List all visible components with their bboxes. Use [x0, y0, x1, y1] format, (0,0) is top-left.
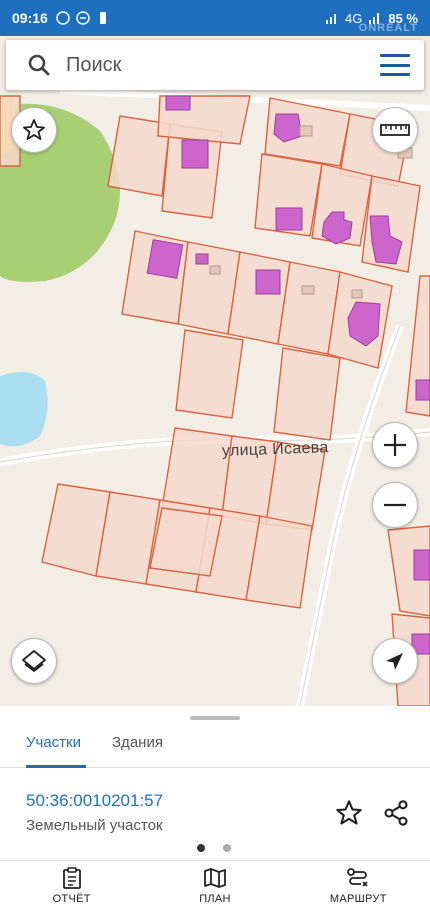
my-location-button[interactable]	[372, 638, 418, 684]
page-indicator	[197, 844, 231, 852]
tab-parcels[interactable]: Участки	[26, 724, 86, 768]
search-icon[interactable]	[28, 54, 50, 76]
status-time: 09:16	[12, 10, 48, 26]
star-icon	[336, 800, 362, 825]
menu-bar-icon	[380, 73, 410, 76]
favorite-button[interactable]	[332, 796, 366, 830]
parcel-type: Земельный участок	[26, 817, 163, 834]
page-dot[interactable]	[223, 844, 231, 852]
search-input[interactable]	[66, 53, 346, 77]
parcel-cadastral-number[interactable]: 50:36:0010201:57	[26, 791, 163, 811]
search-bar[interactable]	[6, 40, 424, 90]
minus-icon	[384, 503, 406, 507]
download-icon	[99, 12, 106, 24]
sheet-tabs: Участки Здания	[0, 724, 430, 768]
menu-bar-icon	[380, 63, 410, 67]
nav-plan[interactable]: ПЛАН	[143, 861, 286, 910]
favorites-button[interactable]	[11, 107, 57, 153]
navigation-arrow-icon	[386, 653, 403, 670]
route-icon	[347, 868, 368, 887]
share-icon	[384, 800, 408, 826]
nav-route-label: МАРШРУТ	[329, 893, 387, 905]
page-dot-active[interactable]	[197, 844, 205, 852]
bottom-navigation: ОТЧЁТ ПЛАН МАРШРУТ	[0, 860, 430, 910]
layers-button[interactable]	[11, 638, 57, 684]
star-icon	[23, 119, 45, 140]
status-notification-icons	[56, 11, 110, 25]
zoom-out-button[interactable]	[372, 482, 418, 528]
nav-plan-label: ПЛАН	[199, 893, 231, 905]
map-plan-icon	[204, 868, 226, 888]
report-icon	[62, 867, 81, 889]
street-label: улица Исаева	[221, 439, 329, 460]
ruler-button[interactable]	[372, 107, 418, 153]
status-bar: 09:16 4G 85 % ONREALT	[0, 0, 430, 36]
watermark-logo: ONREALT	[358, 22, 418, 34]
nav-route[interactable]: МАРШРУТ	[287, 861, 430, 910]
chat-icon	[76, 11, 90, 25]
zoom-in-button[interactable]	[372, 422, 418, 468]
cadastral-map[interactable]: улица Исаева	[0, 36, 430, 706]
messenger-icon	[56, 11, 70, 25]
tab-buildings[interactable]: Здания	[112, 724, 163, 768]
share-button[interactable]	[379, 796, 413, 830]
nav-report[interactable]: ОТЧЁТ	[0, 861, 143, 910]
ruler-icon	[380, 124, 410, 136]
plus-icon	[384, 434, 406, 456]
bottom-sheet: Участки Здания 50:36:0010201:57 Земельны…	[0, 706, 430, 860]
sheet-drag-handle[interactable]	[190, 716, 240, 720]
nav-report-label: ОТЧЁТ	[52, 893, 91, 905]
signal-icon	[326, 14, 337, 24]
layers-icon	[22, 650, 46, 672]
map-canvas[interactable]	[0, 36, 430, 706]
menu-button[interactable]	[380, 54, 410, 76]
menu-bar-icon	[380, 54, 410, 57]
